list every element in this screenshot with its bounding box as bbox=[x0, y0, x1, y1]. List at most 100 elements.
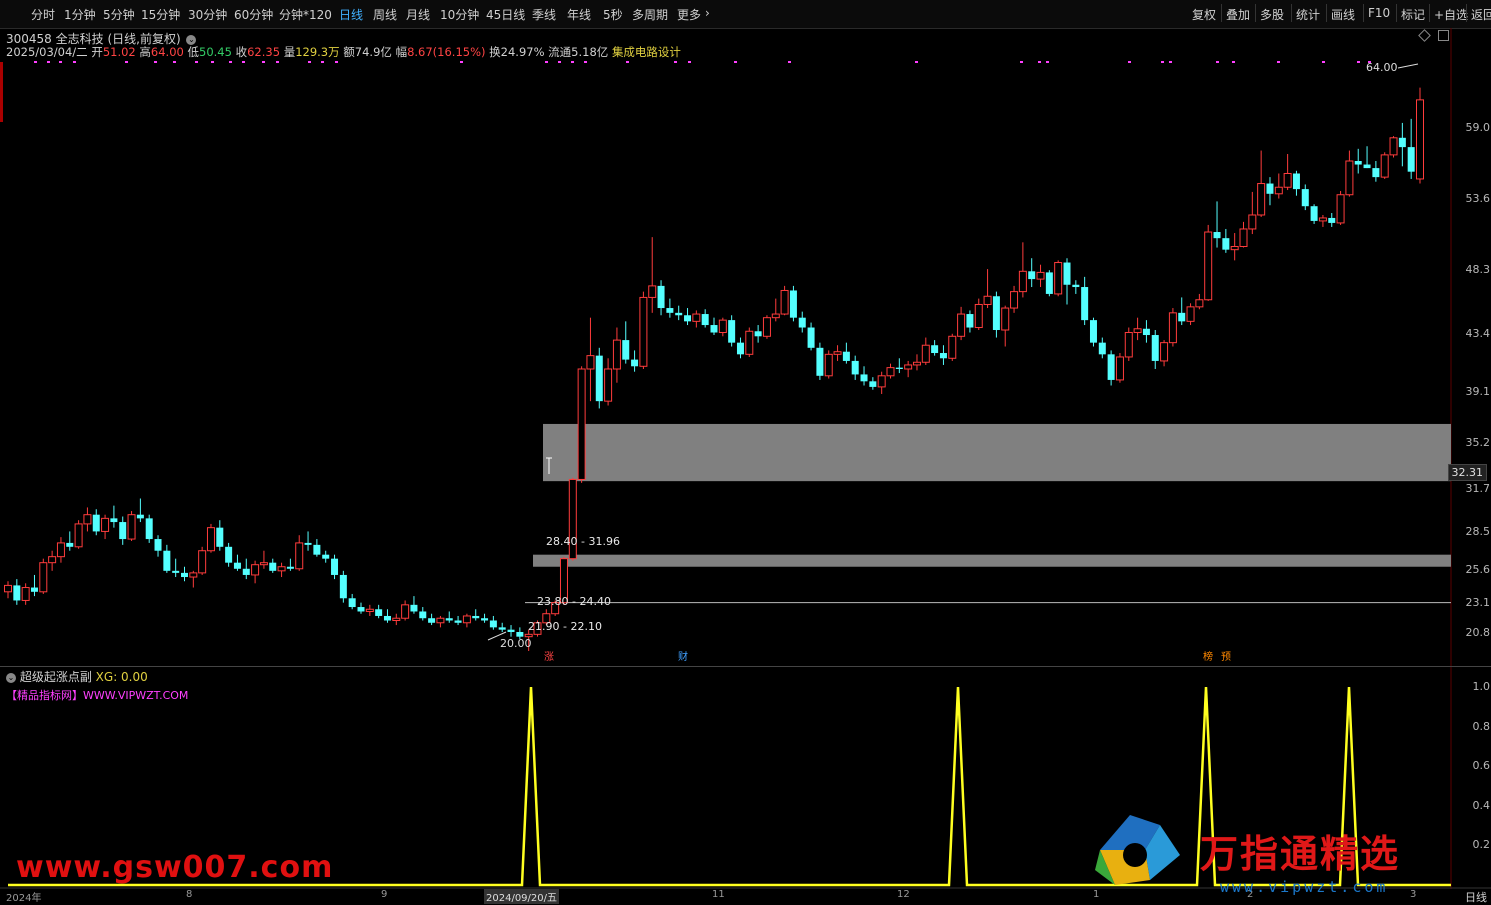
toolbar-right-item-4[interactable]: 画线 bbox=[1331, 6, 1355, 23]
candle-body-down bbox=[1045, 272, 1053, 294]
event-badge-forecast[interactable]: 预 bbox=[1219, 652, 1233, 664]
price-tick: 25.6 bbox=[1465, 563, 1491, 576]
candle-body-down bbox=[110, 518, 118, 523]
period-tab-7[interactable]: 日线 bbox=[339, 6, 363, 23]
period-tab-8[interactable]: 周线 bbox=[373, 6, 397, 23]
signal-dot bbox=[154, 61, 157, 63]
event-badge-rank[interactable]: 榜 bbox=[1201, 652, 1215, 664]
period-tab-10[interactable]: 10分钟 bbox=[440, 6, 479, 23]
signal-dot bbox=[1232, 61, 1235, 63]
current-price-tag: 32.31 bbox=[1447, 464, 1487, 481]
signal-dot bbox=[34, 61, 37, 63]
period-tab-13[interactable]: 年线 bbox=[567, 6, 591, 23]
candle-body-down bbox=[1063, 262, 1071, 285]
candle-body-up bbox=[259, 562, 268, 566]
candle-body-up bbox=[886, 367, 895, 377]
period-tab-6[interactable]: 分钟*120 bbox=[279, 6, 332, 23]
toolbar-right-item-0[interactable]: 复权 bbox=[1192, 6, 1216, 23]
toolbar-separator bbox=[1396, 4, 1397, 22]
toolbar-right-item-6[interactable]: 标记 bbox=[1401, 6, 1425, 23]
period-tab-11[interactable]: 45日线 bbox=[486, 6, 525, 23]
candle-body-down bbox=[1081, 287, 1089, 321]
candle-body-down bbox=[666, 308, 674, 313]
period-tab-1[interactable]: 1分钟 bbox=[64, 6, 96, 23]
candle-body-down bbox=[30, 587, 38, 592]
more-chevron-icon[interactable]: › bbox=[705, 6, 710, 20]
candle-body-up bbox=[586, 355, 595, 370]
candle-body-up bbox=[21, 587, 30, 601]
candle-body-down bbox=[1107, 354, 1115, 380]
signal-dot bbox=[460, 61, 463, 63]
candle-body-down bbox=[313, 544, 321, 555]
candle-body-down bbox=[322, 554, 330, 559]
candle-body-up bbox=[295, 542, 304, 570]
candle-body-down bbox=[286, 566, 294, 569]
candle-body-up bbox=[762, 317, 771, 337]
period-tab-16[interactable]: 更多 bbox=[677, 6, 701, 23]
signal-dot bbox=[308, 61, 311, 63]
date-tick: 3 bbox=[1410, 889, 1417, 900]
candle-body-down bbox=[375, 609, 383, 616]
candle-body-down bbox=[410, 604, 418, 612]
signal-dot bbox=[262, 61, 265, 63]
candle-body-down bbox=[657, 285, 665, 309]
signal-dot bbox=[321, 61, 324, 63]
toolbar-right-item-2[interactable]: 多股 bbox=[1260, 6, 1284, 23]
period-tab-2[interactable]: 5分钟 bbox=[103, 6, 135, 23]
period-tab-0[interactable]: 分时 bbox=[31, 6, 55, 23]
event-badge-limit-up[interactable]: 涨 bbox=[542, 652, 556, 664]
candle-body-up bbox=[577, 368, 586, 480]
event-badge-finance[interactable]: 财 bbox=[676, 652, 690, 664]
candle-body-down bbox=[357, 607, 365, 612]
toolbar-right-item-7[interactable]: +自选 bbox=[1434, 6, 1468, 23]
candle-body-down bbox=[1178, 312, 1186, 322]
date-tick: 11 bbox=[712, 889, 725, 900]
candle-body-up bbox=[365, 608, 374, 612]
candle-body-down bbox=[472, 615, 480, 619]
period-tab-14[interactable]: 5秒 bbox=[603, 6, 623, 23]
period-toolbar: 分时 1分钟 5分钟 15分钟 30分钟 60分钟 分钟*120 日线 周线 月线 10分钟 45日线… bbox=[0, 0, 1491, 29]
toolbar-right-item-5[interactable]: F10 bbox=[1368, 6, 1390, 20]
support-zone bbox=[543, 423, 1451, 482]
watermark-right-brand: 万指通精选 bbox=[1200, 832, 1401, 876]
candle-body-down bbox=[631, 359, 639, 367]
candle-body-up bbox=[1054, 262, 1063, 295]
signal-dot bbox=[674, 61, 677, 63]
candle-body-down bbox=[754, 331, 762, 337]
toolbar-right-item-1[interactable]: 叠加 bbox=[1226, 6, 1250, 23]
candle-body-up bbox=[1283, 172, 1292, 188]
toolbar-separator bbox=[1429, 4, 1430, 22]
candle-body-down bbox=[798, 317, 806, 328]
signal-dot bbox=[242, 61, 245, 63]
candle-body-down bbox=[216, 527, 224, 547]
candle-body-up bbox=[1239, 228, 1248, 248]
candle-body-up bbox=[957, 313, 966, 337]
candle-body-down bbox=[233, 562, 241, 569]
toolbar-right-item-8[interactable]: 返回 bbox=[1471, 6, 1491, 23]
period-tab-12[interactable]: 季线 bbox=[532, 6, 556, 23]
candlestick-chart[interactable] bbox=[0, 28, 1491, 666]
candle-body-up bbox=[206, 527, 215, 552]
candle-body-down bbox=[1292, 173, 1300, 190]
toolbar-right-item-3[interactable]: 统计 bbox=[1296, 6, 1320, 23]
candle-body-down bbox=[1142, 328, 1150, 336]
candle-body-down bbox=[1266, 183, 1274, 194]
period-tab-4[interactable]: 30分钟 bbox=[188, 6, 227, 23]
candle-body-down bbox=[498, 627, 506, 630]
corner-period-label[interactable]: 日线 bbox=[1465, 889, 1487, 905]
candle-body-down bbox=[383, 615, 391, 621]
period-tab-9[interactable]: 月线 bbox=[406, 6, 430, 23]
price-tick: 43.4 bbox=[1465, 327, 1491, 340]
candle-body-up bbox=[692, 313, 701, 322]
candle-body-up bbox=[436, 617, 445, 624]
signal-dot bbox=[1128, 61, 1131, 63]
period-tab-15[interactable]: 多周期 bbox=[632, 6, 668, 23]
candle-body-down bbox=[622, 340, 630, 360]
candle-body-down bbox=[269, 562, 277, 571]
candle-body-down bbox=[789, 290, 797, 318]
candle-body-down bbox=[1398, 137, 1406, 148]
period-tab-3[interactable]: 15分钟 bbox=[141, 6, 180, 23]
candle-body-up bbox=[1389, 137, 1398, 156]
period-tab-5[interactable]: 60分钟 bbox=[234, 6, 273, 23]
toolbar-separator bbox=[1466, 4, 1467, 22]
